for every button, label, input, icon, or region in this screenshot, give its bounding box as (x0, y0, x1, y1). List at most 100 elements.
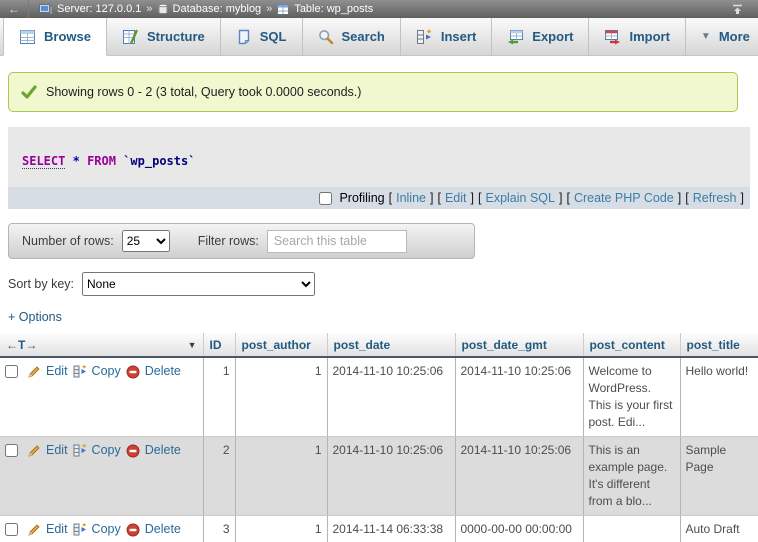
copy-row-icon (73, 365, 87, 378)
bracket: [ (478, 191, 481, 205)
tab-search-label: Search (342, 29, 385, 44)
delete-row-link[interactable]: Delete (145, 442, 181, 459)
bracket: ] (559, 191, 562, 205)
bracket: [ (566, 191, 569, 205)
tab-more-label: More (719, 29, 750, 44)
chevron-down-icon: ▼ (701, 31, 711, 42)
table-row: Edit Copy Delete 2 1 2014-11-10 10:25:06… (0, 437, 758, 516)
header-post-title[interactable]: post_title (680, 333, 758, 357)
export-icon (507, 29, 524, 45)
search-icon (318, 29, 334, 45)
tab-browse[interactable]: Browse (3, 18, 107, 56)
header-actions-cell: ←T→ ▼ (0, 333, 203, 357)
edit-query-link[interactable]: Edit (445, 191, 467, 205)
cell-id: 1 (203, 357, 235, 437)
cell-post-date-gmt: 0000-00-00 00:00:00 (455, 516, 583, 542)
header-post-date[interactable]: post_date (327, 333, 455, 357)
sort-by-key-select[interactable]: None (82, 272, 315, 296)
delete-row-link[interactable]: Delete (145, 521, 181, 538)
bracket: ] (471, 191, 474, 205)
edit-row-link[interactable]: Edit (46, 363, 68, 380)
pencil-icon (27, 365, 41, 379)
header-post-date-gmt[interactable]: post_date_gmt (455, 333, 583, 357)
cell-post-date: 2014-11-10 10:25:06 (327, 437, 455, 516)
delete-row-icon (126, 365, 140, 379)
delete-row-link[interactable]: Delete (145, 363, 181, 380)
row-actions-cell: Edit Copy Delete (0, 357, 203, 437)
breadcrumb-separator: » (146, 3, 152, 15)
header-post-content[interactable]: post_content (583, 333, 680, 357)
breadcrumb-database[interactable]: Database: myblog (173, 3, 262, 15)
sort-by-key-row: Sort by key: None (8, 272, 758, 296)
profiling-checkbox[interactable] (319, 192, 332, 205)
tab-insert-label: Insert (441, 29, 476, 44)
cell-post-content (583, 516, 680, 542)
breadcrumb-bar: ← Server: 127.0.0.1 » Database: myblog »… (0, 0, 758, 18)
cell-post-title: Hello world! (680, 357, 758, 437)
copy-row-link[interactable]: Copy (92, 521, 121, 538)
import-icon (604, 29, 621, 45)
copy-row-link[interactable]: Copy (92, 442, 121, 459)
tab-export[interactable]: Export (492, 18, 589, 55)
tab-sql[interactable]: SQL (221, 18, 303, 55)
filter-rows-input[interactable] (267, 230, 407, 253)
sql-keyword-from: FROM (87, 154, 116, 168)
row-checkbox[interactable] (5, 523, 18, 536)
table-row: Edit Copy Delete 3 1 2014-11-14 06:33:38… (0, 516, 758, 542)
table-row: Edit Copy Delete 1 1 2014-11-10 10:25:06… (0, 357, 758, 437)
row-checkbox[interactable] (5, 365, 18, 378)
browse-icon (19, 29, 36, 45)
cell-post-date-gmt: 2014-11-10 10:25:06 (455, 437, 583, 516)
tab-sql-label: SQL (260, 29, 287, 44)
row-checkbox[interactable] (5, 444, 18, 457)
header-id[interactable]: ID (203, 333, 235, 357)
results-table: ←T→ ▼ ID post_author post_date post_date… (0, 333, 758, 542)
num-rows-select[interactable]: 25 (122, 230, 170, 252)
insert-row-icon (416, 29, 433, 45)
delete-row-icon (126, 523, 140, 537)
pencil-icon (27, 444, 41, 458)
sql-tools-bar: Profiling [ Inline ] [ Edit ] [ Explain … (8, 187, 750, 209)
explain-sql-link[interactable]: Explain SQL (485, 191, 554, 205)
back-arrow-icon[interactable]: ← (0, 0, 29, 18)
breadcrumb-server[interactable]: Server: 127.0.0.1 (57, 3, 141, 15)
pencil-icon (27, 523, 41, 537)
inline-link[interactable]: Inline (396, 191, 426, 205)
copy-row-link[interactable]: Copy (92, 363, 121, 380)
tab-more[interactable]: ▼ More (686, 18, 758, 55)
success-check-icon (21, 85, 37, 99)
row-selector-arrows[interactable]: ←T→ (6, 338, 37, 352)
filter-rows-label: Filter rows: (198, 234, 259, 248)
refresh-link[interactable]: Refresh (693, 191, 737, 205)
collapse-toolbar-icon[interactable] (731, 4, 744, 15)
cell-post-date: 2014-11-10 10:25:06 (327, 357, 455, 437)
options-toggle-link[interactable]: + Options (8, 310, 62, 324)
bracket: [ (685, 191, 688, 205)
breadcrumb: Server: 127.0.0.1 » Database: myblog » T… (39, 3, 373, 15)
edit-row-link[interactable]: Edit (46, 442, 68, 459)
cell-id: 3 (203, 516, 235, 542)
create-php-code-link[interactable]: Create PHP Code (574, 191, 674, 205)
copy-row-icon (73, 444, 87, 457)
delete-row-icon (126, 444, 140, 458)
tab-import[interactable]: Import (589, 18, 685, 55)
tab-search[interactable]: Search (303, 18, 401, 55)
tab-browse-label: Browse (44, 29, 91, 44)
cell-post-content: Welcome to WordPress. This is your first… (583, 357, 680, 437)
tab-structure[interactable]: Structure (107, 18, 221, 55)
cell-post-title: Auto Draft (680, 516, 758, 542)
cell-post-content: This is an example page. It's different … (583, 437, 680, 516)
cell-post-title: Sample Page (680, 437, 758, 516)
cell-post-author: 1 (235, 357, 327, 437)
tab-insert[interactable]: Insert (401, 18, 492, 55)
column-options-chevron-icon[interactable]: ▼ (188, 340, 197, 350)
bracket: [ (437, 191, 440, 205)
header-post-author[interactable]: post_author (235, 333, 327, 357)
bracket: ] (430, 191, 433, 205)
sql-keyword-select: SELECT (22, 154, 65, 169)
sql-star: * (73, 154, 80, 168)
edit-row-link[interactable]: Edit (46, 521, 68, 538)
breadcrumb-table: Table: wp_posts (294, 3, 373, 15)
database-icon (158, 3, 168, 15)
server-icon (39, 3, 52, 15)
